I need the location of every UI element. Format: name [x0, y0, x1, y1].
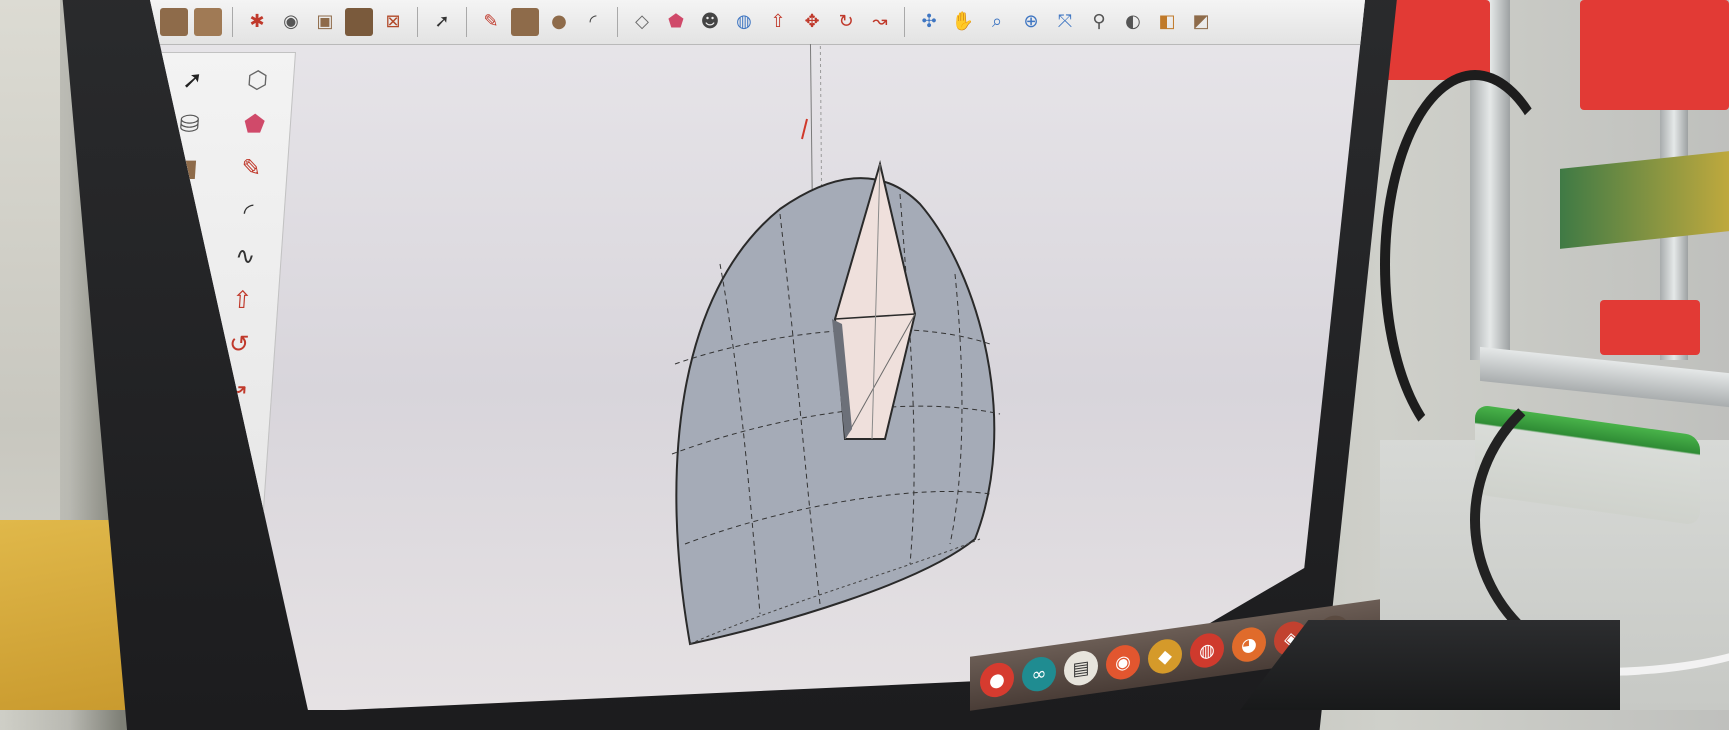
toolbar-separator [904, 7, 905, 37]
app-orange-icon[interactable]: ◉ [1106, 642, 1140, 682]
push-pull-icon[interactable]: ⇧ [764, 8, 792, 36]
user-icon[interactable]: ☻ [696, 8, 724, 36]
printer-red-part-1 [1380, 0, 1490, 80]
texture-icon[interactable] [345, 8, 373, 36]
red-axis-marker [801, 118, 808, 140]
orbit-icon[interactable]: ✣ [915, 8, 943, 36]
toolbar-separator [417, 7, 418, 37]
move-icon[interactable]: ✥ [798, 8, 826, 36]
toolbar-separator [232, 7, 233, 37]
top-toolbar: ✱ ◉ ▣ ⊠ ➚ ✎ ● ◜ ◇ ⬟ ☻ ◍ ⇧ ✥ ↻ ↝ ✣ ✋ ⌕ ⊕ … [150, 0, 1365, 45]
arc-icon[interactable]: ◜ [579, 8, 607, 36]
eraser-icon[interactable]: ◇ [628, 8, 656, 36]
printer-circuit-board [1560, 151, 1729, 249]
circle-icon[interactable]: ● [545, 8, 573, 36]
stamp-icon[interactable]: ✱ [243, 8, 271, 36]
follow-me-icon[interactable]: ↝ [866, 8, 894, 36]
zoom-window-icon[interactable]: ⊕ [1017, 8, 1045, 36]
egg-model-drawing [671, 44, 1001, 646]
paint-bucket-icon[interactable]: ⬟ [662, 8, 690, 36]
pan-icon[interactable]: ✋ [949, 8, 977, 36]
select-arrow-icon[interactable]: ➚ [428, 8, 456, 36]
app-red-icon[interactable]: ● [980, 660, 1014, 700]
modeling-viewport[interactable] [220, 44, 1365, 710]
printer-red-part-2 [1580, 0, 1729, 110]
crossed-box-icon[interactable]: ⊠ [379, 8, 407, 36]
camera-icon[interactable]: ◉ [277, 8, 305, 36]
frame-icon[interactable]: ▣ [311, 8, 339, 36]
globe-icon[interactable]: ◍ [730, 8, 758, 36]
section-icon[interactable]: ◧ [1153, 8, 1181, 36]
egg-shell [675, 177, 996, 646]
rectangle-icon[interactable] [511, 8, 539, 36]
rotate-icon[interactable]: ↻ [832, 8, 860, 36]
box-icon[interactable] [160, 8, 188, 36]
box-open-icon[interactable] [194, 8, 222, 36]
pencil-icon[interactable]: ✎ [477, 8, 505, 36]
app-yellow-icon[interactable]: ◆ [1148, 637, 1182, 676]
toolbar-separator [617, 7, 618, 37]
toolbar-separator [466, 7, 467, 37]
firefox-icon[interactable]: ◕ [1232, 625, 1266, 664]
zoom-icon[interactable]: ⌕ [983, 8, 1011, 36]
shadow-icon[interactable]: ◩ [1187, 8, 1215, 36]
arduino-icon[interactable]: ∞ [1022, 654, 1056, 694]
printer-red-part-3 [1600, 300, 1700, 355]
app-red2-icon[interactable]: ◍ [1190, 631, 1224, 670]
walk-icon[interactable]: ⚲ [1085, 8, 1113, 36]
zoom-extents-icon[interactable]: ⤧ [1051, 8, 1079, 36]
laptop-screen: ✱ ◉ ▣ ⊠ ➚ ✎ ● ◜ ◇ ⬟ ☻ ◍ ⇧ ✥ ↻ ↝ ✣ ✋ ⌕ ⊕ … [150, 0, 1365, 710]
look-around-icon[interactable]: ◐ [1119, 8, 1147, 36]
notes-icon[interactable]: ▤ [1064, 648, 1098, 688]
